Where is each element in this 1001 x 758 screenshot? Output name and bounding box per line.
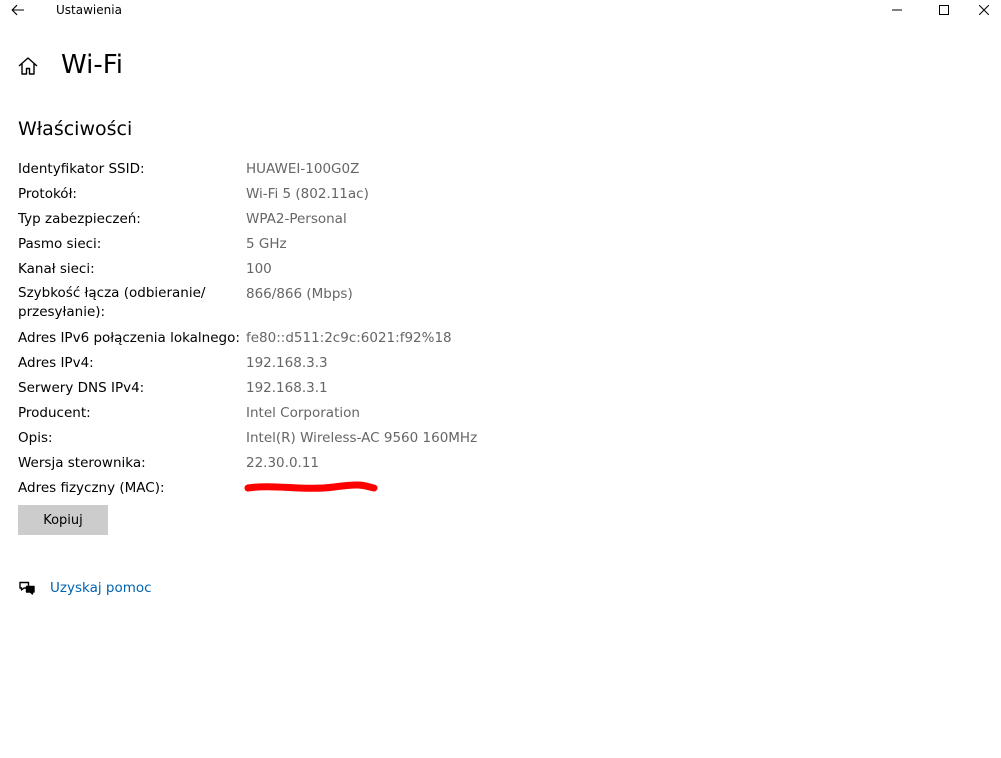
property-row-protocol: Protokół: Wi-Fi 5 (802.11ac) [18, 184, 718, 209]
back-arrow-icon [11, 4, 24, 16]
property-label: Serwery DNS IPv4: [18, 380, 145, 396]
property-label: Adres IPv6 połączenia lokalnego: [18, 330, 240, 346]
property-label: Wersja sterownika: [18, 455, 146, 471]
property-label: Identyfikator SSID: [18, 161, 145, 177]
property-row-network-channel: Kanał sieci: 100 [18, 259, 718, 284]
property-value: WPA2-Personal [246, 211, 347, 227]
close-icon [979, 5, 989, 15]
page-title: Wi-Fi [61, 50, 124, 80]
property-value: Intel(R) Wireless-AC 9560 160MHz [246, 430, 478, 446]
close-button[interactable] [961, 0, 1001, 20]
property-row-link-speed: Szybkość łącza (odbieranie/ przesyłanie)… [18, 284, 718, 328]
copy-button[interactable]: Kopiuj [18, 505, 108, 535]
property-label: Pasmo sieci: [18, 236, 102, 252]
property-label: Adres fizyczny (MAC): [18, 480, 165, 496]
get-help-link[interactable]: Uzyskaj pomoc [50, 578, 152, 598]
property-row-dns: Serwery DNS IPv4: 192.168.3.1 [18, 378, 718, 403]
property-row-description: Opis: Intel(R) Wireless-AC 9560 160MHz [18, 428, 718, 453]
property-row-mac-address: Adres fizyczny (MAC): [18, 478, 718, 503]
property-label: Adres IPv4: [18, 355, 94, 371]
property-value: fe80::d511:2c9c:6021:f92%18 [246, 330, 452, 346]
property-value: Intel Corporation [246, 405, 360, 421]
properties-list: Identyfikator SSID: HUAWEI-100G0Z Protok… [18, 159, 718, 503]
property-value: HUAWEI-100G0Z [246, 161, 360, 177]
property-row-manufacturer: Producent: Intel Corporation [18, 403, 718, 428]
home-icon [18, 57, 38, 75]
help-chat-icon [19, 581, 35, 595]
redaction-mark [244, 481, 378, 492]
property-row-ipv4: Adres IPv4: 192.168.3.3 [18, 353, 718, 378]
property-label: Protokół: [18, 186, 77, 202]
property-value: 192.168.3.1 [246, 380, 328, 396]
property-label: Kanał sieci: [18, 261, 95, 277]
property-label: Producent: [18, 405, 91, 421]
property-label: Opis: [18, 430, 53, 446]
minimize-icon [892, 9, 902, 11]
property-label: Typ zabezpieczeń: [18, 211, 141, 227]
property-row-security-type: Typ zabezpieczeń: WPA2-Personal [18, 209, 718, 234]
property-row-ipv6: Adres IPv6 połączenia lokalnego: fe80::d… [18, 328, 718, 353]
property-row-network-band: Pasmo sieci: 5 GHz [18, 234, 718, 259]
home-button[interactable] [17, 55, 39, 77]
property-value: 192.168.3.3 [246, 355, 328, 371]
maximize-icon [939, 5, 949, 15]
property-value: 5 GHz [246, 236, 287, 252]
get-help[interactable]: Uzyskaj pomoc [18, 578, 152, 598]
property-value: Wi-Fi 5 (802.11ac) [246, 186, 369, 202]
property-value: 22.30.0.11 [246, 455, 319, 471]
section-title: Właściwości [18, 118, 133, 140]
property-row-driver-version: Wersja sterownika: 22.30.0.11 [18, 453, 718, 478]
property-row-ssid: Identyfikator SSID: HUAWEI-100G0Z [18, 159, 718, 184]
property-value: 866/866 (Mbps) [246, 286, 353, 302]
title-bar: Ustawienia [0, 0, 1001, 20]
property-label: Szybkość łącza (odbieranie/ przesyłanie)… [18, 285, 206, 320]
property-value: 100 [246, 261, 272, 277]
window-title: Ustawienia [56, 3, 122, 17]
minimize-button[interactable] [874, 0, 920, 20]
back-button[interactable] [8, 1, 28, 19]
